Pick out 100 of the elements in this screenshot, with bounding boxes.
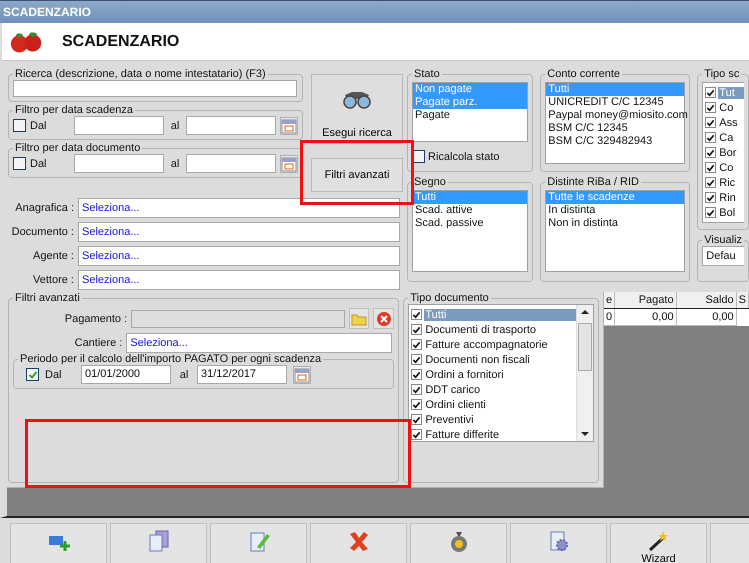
group-title: Visualiz: [703, 234, 743, 246]
list-item[interactable]: UNICREDIT C/C 12345: [546, 96, 684, 109]
field-label: Pagamento :: [64, 312, 128, 324]
lookup-field[interactable]: Seleziona...: [78, 222, 400, 242]
checkbox[interactable]: [26, 368, 39, 381]
checkbox[interactable]: [411, 339, 422, 350]
list-item[interactable]: Rin: [718, 192, 737, 204]
scroll-down-arrow-icon[interactable]: [580, 431, 590, 437]
list-item[interactable]: Fatture accompagnatorie: [424, 338, 549, 350]
list-item[interactable]: Bor: [718, 146, 738, 158]
search-field[interactable]: [13, 80, 297, 97]
checkbox[interactable]: [705, 147, 716, 158]
table-cell: 0,00: [614, 308, 676, 326]
search-button[interactable]: Esegui ricerca: [311, 74, 403, 144]
checkbox[interactable]: [13, 119, 26, 132]
list-item[interactable]: Preventivi: [424, 414, 475, 426]
group-title: Segno: [413, 176, 447, 188]
toolbar-button[interactable]: Wizard: [610, 523, 707, 563]
group-title: Stato: [413, 68, 441, 80]
checkbox[interactable]: [411, 354, 422, 365]
list-item[interactable]: Documenti di trasporto: [424, 324, 537, 336]
group-title: Filtro per data scadenza: [14, 104, 134, 116]
list-item[interactable]: Documenti non fiscali: [424, 354, 531, 366]
checkbox[interactable]: [411, 324, 422, 335]
calendar-icon[interactable]: [280, 154, 298, 172]
close-icon: [376, 310, 392, 326]
list-item[interactable]: Ca: [718, 132, 734, 144]
date-field[interactable]: [186, 116, 276, 135]
lookup-field[interactable]: Seleziona...: [126, 333, 392, 353]
window-title: SCADENZARIO: [3, 5, 92, 19]
checkbox[interactable]: [411, 429, 422, 440]
date-field[interactable]: 01/01/2000: [81, 365, 171, 384]
checkbox[interactable]: [705, 177, 716, 188]
binoculars-icon: [342, 89, 372, 109]
list-item[interactable]: Ordini clienti: [424, 398, 487, 410]
field-label: Agente :: [32, 250, 74, 262]
calendar-icon[interactable]: [293, 366, 311, 384]
list-item[interactable]: In distinta: [546, 204, 684, 217]
column-header[interactable]: e: [604, 292, 615, 308]
list-item[interactable]: Ric: [718, 176, 736, 188]
group-title: Conto corrente: [546, 68, 622, 80]
column-header[interactable]: Saldo: [676, 292, 736, 308]
list-item[interactable]: Scad. passive: [413, 217, 528, 230]
checkbox[interactable]: [411, 309, 422, 320]
checkbox[interactable]: [705, 132, 716, 143]
group-title: Filtro per data documento: [14, 142, 142, 154]
list-item[interactable]: Co: [718, 102, 734, 114]
checkbox[interactable]: [411, 369, 422, 380]
list-item[interactable]: Non in distinta: [546, 217, 684, 230]
checkbox[interactable]: [705, 102, 716, 113]
group-title: Ricerca (descrizione, data o nome intestatario) (F3): [14, 68, 267, 80]
checkbox[interactable]: [411, 414, 422, 425]
list-item[interactable]: BSM C/C 329482943: [546, 135, 684, 148]
magic-wand-icon: [646, 530, 670, 552]
calendar-icon[interactable]: [280, 116, 298, 134]
group-title: Tipo sc: [703, 68, 740, 80]
list-item[interactable]: Ordini a fornitori: [424, 368, 505, 380]
group-title: Distinte RiBa / RID: [546, 176, 640, 188]
column-header[interactable]: Pagato: [614, 292, 676, 308]
list-item[interactable]: Bol: [718, 206, 736, 218]
column-header[interactable]: S: [736, 292, 748, 308]
date-field[interactable]: 31/12/2017: [197, 365, 287, 384]
list-item[interactable]: BSM C/C 12345: [546, 122, 684, 135]
lookup-field[interactable]: Seleziona...: [78, 270, 400, 290]
checkbox[interactable]: [705, 87, 716, 98]
folder-icon: [351, 312, 368, 326]
group-title: Periodo per il calcolo dell'importo PAGATO per ogni scadenza: [19, 353, 322, 365]
scroll-up-arrow-icon[interactable]: [580, 309, 590, 315]
list-item[interactable]: Scad. attive: [413, 204, 528, 217]
list-item[interactable]: Paypal money@miosito.com: [546, 109, 684, 122]
date-field[interactable]: [74, 154, 164, 173]
checkbox-label: Dal: [45, 368, 63, 380]
lookup-field[interactable]: Seleziona...: [78, 198, 400, 218]
scrollbar-thumb[interactable]: [578, 323, 592, 371]
checkbox-label: Dal: [30, 158, 48, 170]
list-item[interactable]: Fatture differite: [424, 428, 500, 440]
date-field[interactable]: [74, 116, 164, 135]
list-item[interactable]: DDT carico: [424, 384, 482, 396]
scrollbar[interactable]: [576, 305, 593, 441]
list-item[interactable]: Co: [718, 162, 734, 174]
lookup-field[interactable]: Seleziona...: [78, 246, 400, 266]
checkbox[interactable]: [13, 157, 26, 170]
checkbox[interactable]: [411, 399, 422, 410]
checkbox[interactable]: [705, 162, 716, 173]
checkbox[interactable]: [705, 207, 716, 218]
list-item[interactable]: Ass: [718, 116, 739, 128]
view-dropdown[interactable]: Defau: [702, 246, 744, 266]
list-item[interactable]: Pagate: [413, 109, 528, 122]
group-title: Filtri avanzati: [14, 292, 81, 304]
checkbox[interactable]: [705, 192, 716, 203]
field-label: Vettore :: [32, 274, 74, 286]
group-title: Tipo documento: [409, 292, 490, 304]
checkbox[interactable]: [411, 384, 422, 395]
field-label: al: [170, 120, 180, 132]
advanced-filters-button[interactable]: Filtri avanzati: [311, 158, 403, 192]
date-field[interactable]: [186, 154, 276, 173]
clear-button[interactable]: [373, 308, 394, 329]
checkbox[interactable]: [705, 117, 716, 128]
field-label: al: [170, 158, 180, 170]
page-title: SCADENZARIO: [62, 32, 180, 50]
